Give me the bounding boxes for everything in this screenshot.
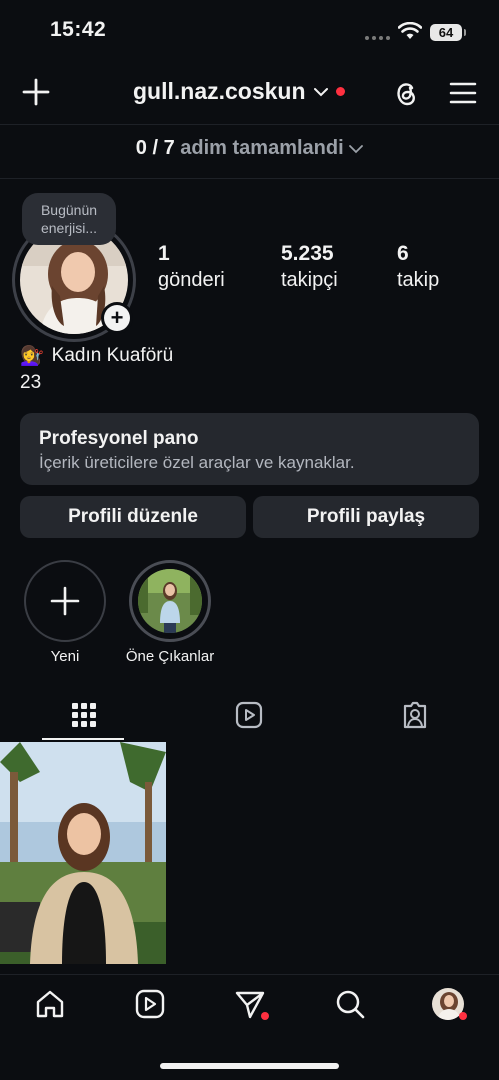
stat-following-value: 6 (397, 242, 409, 265)
profile-category: 💇‍♀️ Kadın Kuaförü (20, 344, 173, 368)
active-tab-indicator (42, 738, 124, 740)
pro-dashboard-subtitle: İçerik üreticilere özel araçlar ve kayna… (39, 453, 355, 472)
reels-icon[interactable] (235, 700, 263, 730)
stat-followers-label: takipçi (281, 269, 338, 291)
messages-notification-dot (261, 1012, 269, 1020)
progress-divider (0, 178, 499, 179)
category-label: Kadın Kuaförü (51, 345, 174, 366)
profile-notification-dot (459, 1012, 467, 1020)
post-thumbnail[interactable] (0, 742, 166, 964)
hairdresser-emoji-icon: 💇‍♀️ (20, 346, 44, 367)
add-story-button[interactable]: + (104, 305, 130, 331)
account-switcher[interactable]: gull.naz.coskun (133, 78, 345, 105)
chevron-down-icon (313, 87, 328, 96)
wifi-icon (398, 22, 422, 39)
stat-posts-label: gönderi (158, 269, 225, 291)
notification-dot (335, 87, 345, 96)
highlight-item[interactable] (129, 560, 211, 642)
highlight-label-new: Yeni (50, 648, 80, 665)
create-plus-icon[interactable] (20, 76, 52, 108)
threads-icon[interactable] (391, 78, 421, 108)
tagged-icon[interactable] (401, 700, 429, 730)
share-profile-button[interactable]: Profili paylaş (253, 496, 479, 538)
battery-indicator: 64 (430, 24, 466, 41)
grid-icon[interactable] (70, 700, 98, 730)
stat-followers-value: 5.235 (281, 242, 334, 265)
nav-divider (0, 974, 499, 975)
stat-following[interactable]: 6 takip (397, 240, 439, 294)
stat-posts[interactable]: 1 gönderi (158, 240, 225, 294)
signal-icon (365, 36, 390, 40)
stat-posts-value: 1 (158, 242, 170, 265)
new-highlight-button[interactable] (24, 560, 106, 642)
status-time: 15:42 (50, 18, 107, 41)
bio-text: 23 (20, 372, 42, 393)
stat-following-label: takip (397, 269, 440, 291)
edit-profile-button[interactable]: Profili düzenle (20, 496, 246, 538)
home-indicator (160, 1063, 339, 1069)
highlight-label: Öne Çıkanlar (125, 648, 215, 665)
progress-label: adim tamamlandi (180, 137, 344, 159)
progress-count: 0 / 7 (135, 137, 175, 159)
profile-progress[interactable]: 0 / 7 adim tamamlandi (0, 137, 499, 160)
pro-dashboard-title: Profesyonel pano (39, 428, 199, 449)
search-icon[interactable] (334, 988, 366, 1020)
plus-icon (50, 586, 80, 616)
note-bubble[interactable]: Bugünün enerjisi... (22, 193, 116, 245)
chevron-down-icon (349, 145, 364, 154)
hamburger-menu-icon[interactable] (448, 78, 478, 108)
home-icon[interactable] (34, 988, 66, 1020)
reels-icon[interactable] (134, 988, 166, 1020)
username: gull.naz.coskun (133, 78, 306, 104)
stat-followers[interactable]: 5.235 takipçi (281, 240, 338, 294)
header-divider (0, 124, 499, 125)
